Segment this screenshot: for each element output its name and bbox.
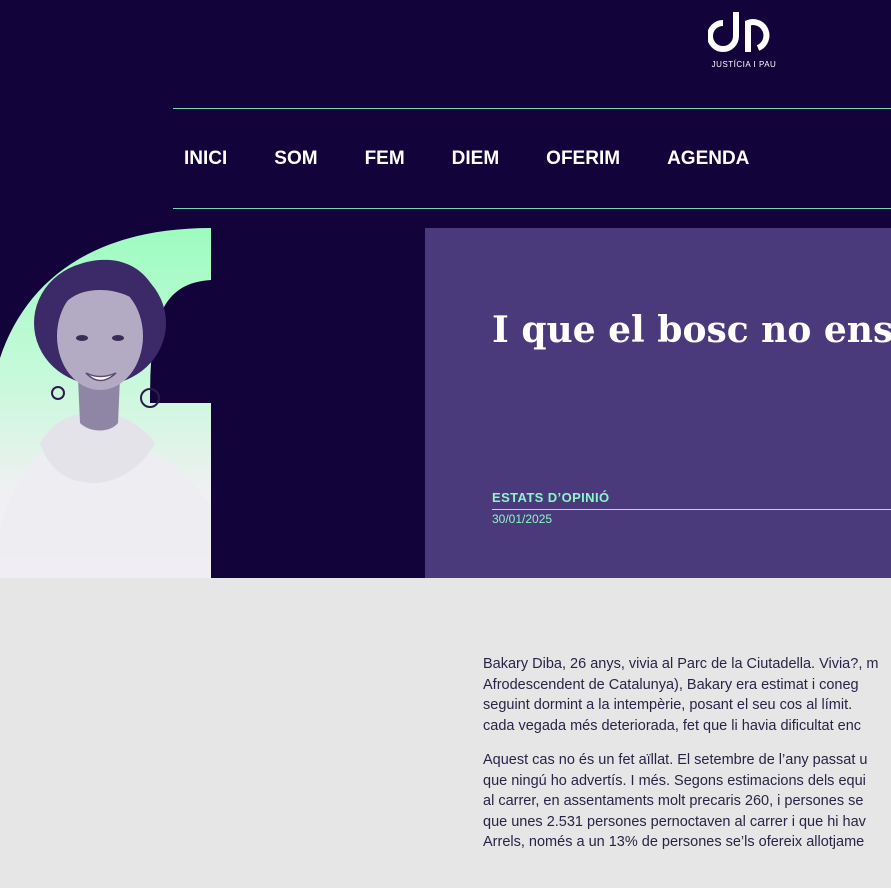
- article-hero-box: I que el bosc no ens des ESTATS D’OPINIÓ…: [425, 228, 891, 578]
- article-title: I que el bosc no ens des: [492, 309, 891, 351]
- nav-item-oferim[interactable]: OFERIM: [546, 147, 620, 171]
- nav-item-agenda[interactable]: AGENDA: [667, 147, 749, 171]
- article-body: Bakary Diba, 26 anys, vivia al Parc de l…: [483, 654, 891, 867]
- site-header: JUSTÍCIA I PAU INICI SOM FEM DIEM OFERIM…: [0, 0, 891, 578]
- text-line: que ningú ho advertís. I més. Segons est…: [483, 772, 866, 789]
- main-nav: INICI SOM FEM DIEM OFERIM AGENDA: [184, 147, 796, 171]
- text-line: Bakary Diba, 26 anys, vivia al Parc de l…: [483, 656, 879, 672]
- category-divider: [492, 509, 891, 510]
- text-line: Aquest cas no és un fet aïllat. El setem…: [483, 752, 868, 768]
- nav-divider-top: [173, 108, 891, 109]
- nav-divider-bottom: [173, 208, 891, 209]
- nav-item-diem[interactable]: DIEM: [452, 147, 500, 171]
- text-line: al carrer, en assentaments molt precaris…: [483, 793, 864, 809]
- text-line: seguint dormint a la intempèrie, posant …: [483, 697, 853, 713]
- logo-wordmark: JUSTÍCIA I PAU: [711, 60, 777, 69]
- nav-item-som[interactable]: SOM: [274, 147, 317, 171]
- article-paragraph-2: Aquest cas no és un fet aïllat. El setem…: [483, 750, 891, 853]
- site-logo[interactable]: JUSTÍCIA I PAU: [704, 8, 784, 69]
- text-line: Arrels, només a un 13% de persones se’ls…: [483, 834, 865, 850]
- article-date: 30/01/2025: [492, 512, 553, 526]
- nav-item-fem[interactable]: FEM: [365, 147, 405, 171]
- jp-logo-icon: [708, 12, 770, 52]
- text-line: Afrodescendent de Catalunya), Bakary era…: [483, 676, 859, 693]
- nav-item-inici[interactable]: INICI: [184, 147, 227, 171]
- text-line: cada vegada més deteriorada, fet que li …: [483, 717, 862, 734]
- text-line: que unes 2.531 persones pernoctaven al c…: [483, 813, 866, 830]
- author-portrait: [0, 228, 211, 578]
- article-category-link[interactable]: ESTATS D’OPINIÓ: [492, 490, 609, 505]
- article-paragraph-1: Bakary Diba, 26 anys, vivia al Parc de l…: [483, 654, 891, 736]
